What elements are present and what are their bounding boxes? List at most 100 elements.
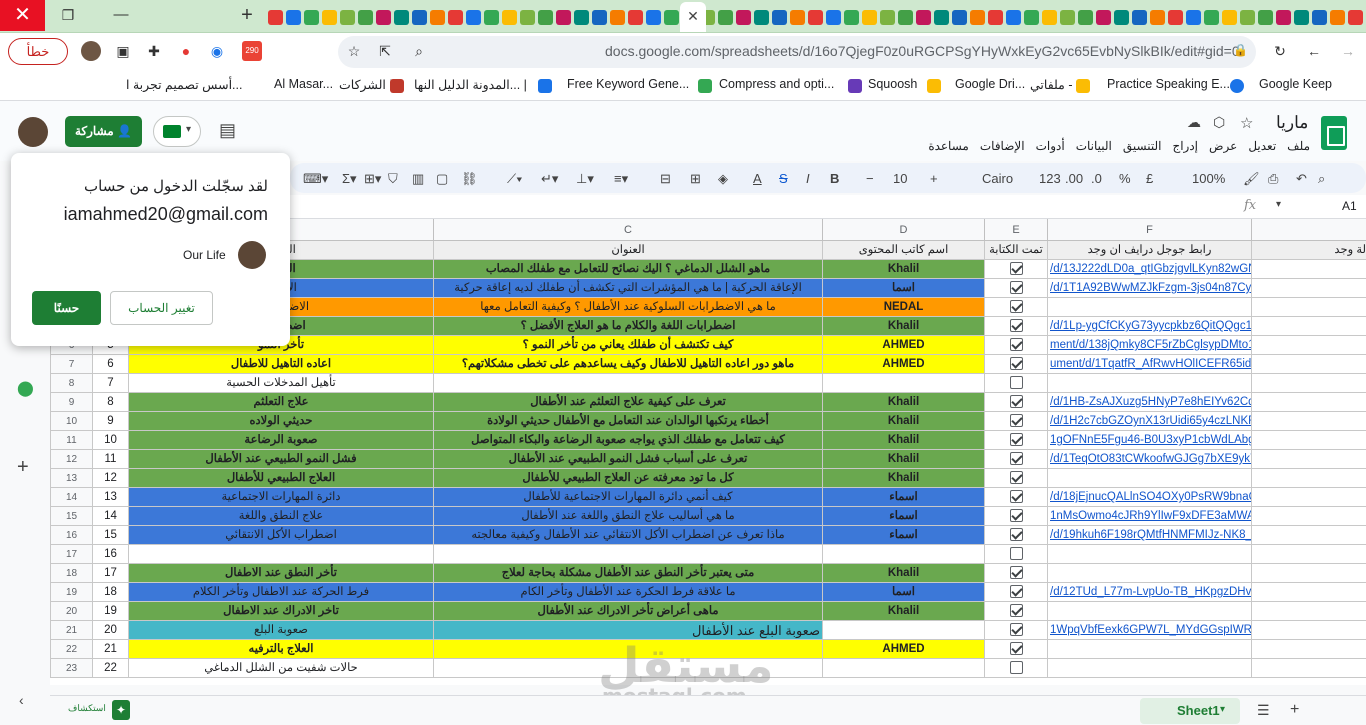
row-number[interactable]: 21	[50, 621, 92, 640]
tab-favicon-icon[interactable]	[502, 9, 517, 25]
tab-favicon-icon[interactable]	[988, 9, 1003, 25]
star-icon[interactable]: ☆	[1240, 114, 1253, 132]
column-header-C[interactable]: C	[433, 219, 822, 241]
ok-button[interactable]: حسنًا	[32, 291, 101, 325]
menu-insert[interactable]: إدراج	[1172, 139, 1198, 153]
done-checkbox[interactable]	[1009, 642, 1023, 656]
tab-favicon-icon[interactable]	[448, 9, 463, 25]
tab-favicon-icon[interactable]	[754, 9, 769, 25]
window-close-button[interactable]: ✕	[0, 0, 45, 31]
index-cell[interactable]: 22	[92, 659, 128, 678]
error-button[interactable]: خطأ	[8, 38, 68, 65]
index-cell[interactable]: 15	[92, 526, 128, 545]
vertical-align-icon[interactable]: ⊥▾	[576, 171, 594, 187]
done-cell[interactable]	[984, 469, 1047, 488]
drive-link-cell[interactable]	[1047, 564, 1251, 583]
browser-profile-avatar[interactable]	[81, 41, 101, 61]
drive-link-cell[interactable]: 1gOFNnE5Fgu46-B0U3xyP1cbWdLAbgQY6WzHWPUR…	[1047, 431, 1251, 450]
done-checkbox[interactable]	[1009, 414, 1023, 428]
writer-cell[interactable]: اسما	[822, 583, 984, 602]
done-checkbox[interactable]	[1009, 338, 1023, 352]
tab-favicon-icon[interactable]	[556, 9, 571, 25]
title-cell[interactable]: اضطرابات اللغة والكلام ما هو العلاج الأف…	[433, 317, 822, 336]
row-number[interactable]: 11	[50, 431, 92, 450]
drive-link-cell[interactable]: 1WpqVbfEexk6GPW7L_MYdGGspIWRnmcY2YmCWHLJ…	[1047, 621, 1251, 640]
tab-favicon-icon[interactable]	[790, 9, 805, 25]
lock-icon[interactable]: 🔒	[1233, 43, 1248, 57]
document-title[interactable]: ماريا	[1276, 113, 1308, 133]
done-checkbox[interactable]	[1009, 585, 1023, 599]
done-cell[interactable]	[984, 431, 1047, 450]
extra-cell[interactable]	[1251, 488, 1366, 507]
index-cell[interactable]: 10	[92, 431, 128, 450]
tab-favicon-icon[interactable]	[808, 9, 823, 25]
bookmark-item[interactable]: Compress and opti...	[719, 77, 834, 91]
active-tab-close-icon[interactable]: ✕	[680, 2, 706, 32]
drive-link-cell[interactable]: /d/18jEjnucQALlnSO4OXy0PsRW9bnaQDvYzVnQv…	[1047, 488, 1251, 507]
title-cell[interactable]: ما هي الاضطرابات السلوكية عند الأطفال ؟ …	[433, 298, 822, 317]
tab-favicon-icon[interactable]	[1042, 9, 1057, 25]
borders-icon[interactable]: ⊞	[690, 171, 701, 187]
row-number[interactable]: 22	[50, 640, 92, 659]
decrease-decimal-button[interactable]: .0	[1091, 171, 1102, 186]
done-checkbox[interactable]	[1009, 604, 1023, 618]
insert-chart-icon[interactable]: ▥	[412, 171, 424, 187]
header-drive-link[interactable]: رابط جوجل درايف ان وجد	[1047, 241, 1251, 260]
tab-favicon-icon[interactable]	[1348, 9, 1363, 25]
index-cell[interactable]: 20	[92, 621, 128, 640]
drive-link-cell[interactable]: /d/1HB-ZsAJXuzg5HNyP7e8hEIYv62Cdj_kRMhyn…	[1047, 393, 1251, 412]
menu-edit[interactable]: تعديل	[1248, 139, 1276, 153]
writer-cell[interactable]: AHMED	[822, 336, 984, 355]
done-checkbox[interactable]	[1009, 471, 1023, 485]
tab-favicon-icon[interactable]	[1240, 9, 1255, 25]
extra-cell[interactable]	[1251, 317, 1366, 336]
keyword-cell[interactable]: العلاج بالترفيه	[128, 640, 433, 659]
tab-favicon-icon[interactable]	[412, 9, 427, 25]
extra-cell[interactable]	[1251, 469, 1366, 488]
drive-link-cell[interactable]	[1047, 374, 1251, 393]
tab-favicon-icon[interactable]	[664, 9, 679, 25]
index-cell[interactable]: 11	[92, 450, 128, 469]
menu-file[interactable]: ملف	[1287, 139, 1310, 153]
extra-cell[interactable]	[1251, 640, 1366, 659]
extra-cell[interactable]	[1251, 583, 1366, 602]
done-checkbox[interactable]	[1009, 509, 1023, 523]
tab-favicon-icon[interactable]	[1204, 9, 1219, 25]
tab-favicon-icon[interactable]	[718, 9, 733, 25]
keyword-cell[interactable]: صعوبة الرضاعة	[128, 431, 433, 450]
done-checkbox[interactable]	[1009, 262, 1023, 276]
tab-favicon-icon[interactable]	[1078, 9, 1093, 25]
row-number[interactable]: 14	[50, 488, 92, 507]
tab-favicon-icon[interactable]	[880, 9, 895, 25]
rotate-text-icon[interactable]: ⟋▾	[507, 171, 522, 187]
done-checkbox[interactable]	[1009, 452, 1023, 466]
extra-cell[interactable]	[1251, 659, 1366, 678]
back-icon[interactable]: ←	[1303, 40, 1325, 62]
row-number[interactable]: 16	[50, 526, 92, 545]
writer-cell[interactable]: NEDAL	[822, 298, 984, 317]
row-number[interactable]: 13	[50, 469, 92, 488]
writer-cell[interactable]	[822, 374, 984, 393]
menu-format[interactable]: التنسيق	[1123, 139, 1162, 153]
filter-icon[interactable]: ⛉	[388, 171, 398, 187]
extra-cell[interactable]	[1251, 393, 1366, 412]
bookmark-item[interactable]: Squoosh	[868, 77, 917, 91]
extra-cell[interactable]	[1251, 298, 1366, 317]
tab-favicon-icon[interactable]	[1168, 9, 1183, 25]
done-cell[interactable]	[984, 640, 1047, 659]
index-cell[interactable]: 21	[92, 640, 128, 659]
tab-favicon-icon[interactable]	[916, 9, 931, 25]
extra-cell[interactable]	[1251, 374, 1366, 393]
extensions-icon[interactable]: ✚	[143, 40, 165, 62]
tab-favicon-icon[interactable]	[592, 9, 607, 25]
tab-favicon-icon[interactable]	[862, 9, 877, 25]
menu-data[interactable]: البيانات	[1076, 139, 1112, 153]
tab-favicon-icon[interactable]	[1114, 9, 1129, 25]
writer-cell[interactable]: Khalil	[822, 450, 984, 469]
keyword-cell[interactable]: تأهيل المدخلات الحسية	[128, 374, 433, 393]
extra-cell[interactable]	[1251, 355, 1366, 374]
tab-favicon-icon[interactable]	[1186, 9, 1201, 25]
tab-favicon-icon[interactable]	[610, 9, 625, 25]
writer-cell[interactable]: AHMED	[822, 640, 984, 659]
new-tab-button[interactable]: +	[236, 2, 258, 28]
